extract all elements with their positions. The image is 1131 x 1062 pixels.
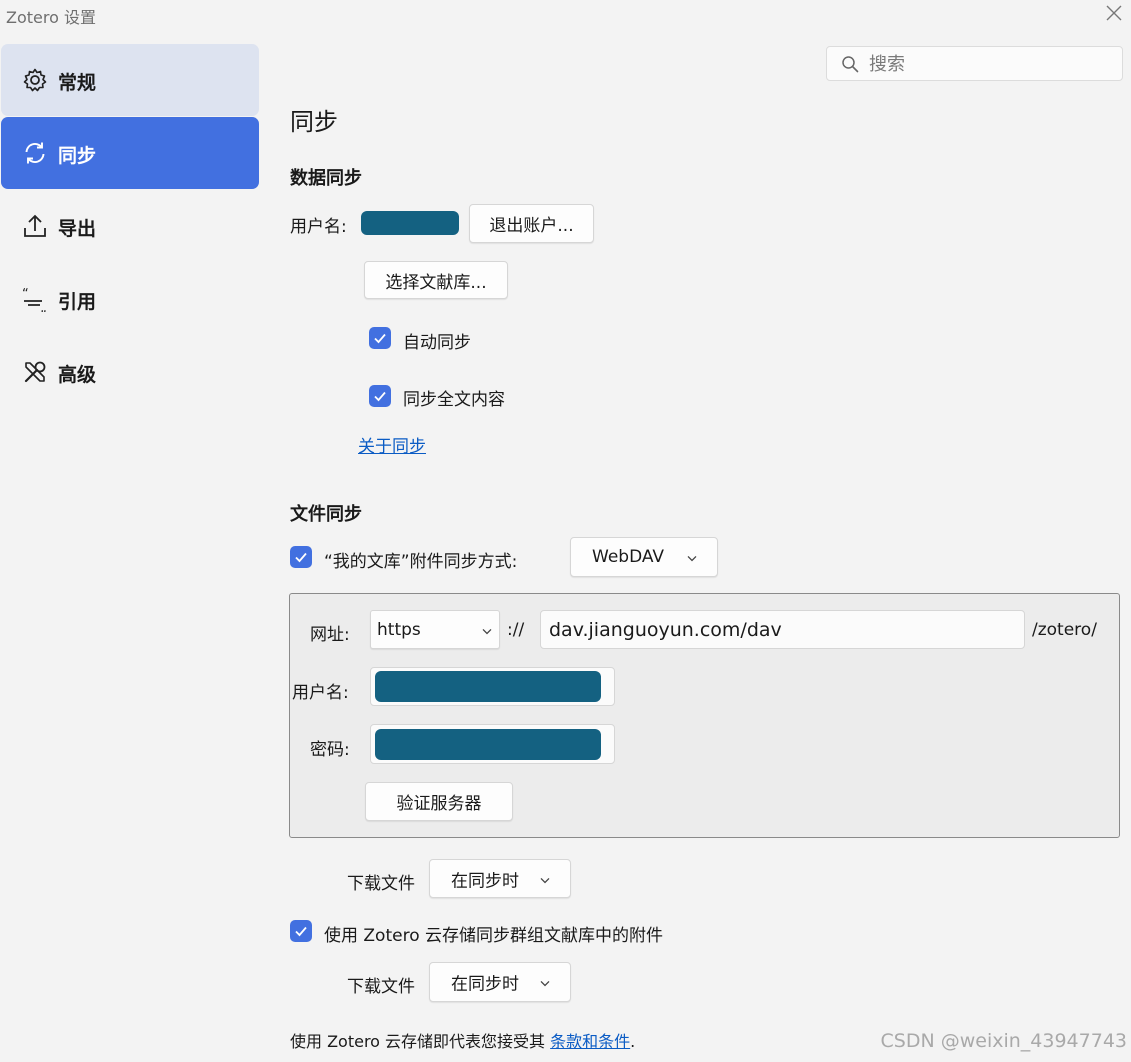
auto-sync-checkbox[interactable] — [369, 327, 391, 349]
page-title: 同步 — [290, 108, 338, 136]
close-icon — [1106, 5, 1122, 21]
sidebar-item-label: 导出 — [58, 218, 97, 240]
scheme-separator: :// — [507, 620, 525, 640]
download-files-label: 下载文件 — [347, 874, 415, 894]
checkmark-icon — [374, 391, 386, 402]
gear-icon — [22, 67, 48, 93]
data-sync-heading: 数据同步 — [290, 168, 362, 189]
auto-sync-label: 自动同步 — [403, 333, 471, 353]
sidebar-item-advanced[interactable]: 高级 — [1, 336, 259, 408]
webdav-password-field[interactable] — [370, 724, 615, 764]
search-input[interactable] — [867, 51, 1111, 78]
group-storage-checkbox[interactable] — [290, 920, 312, 942]
chevron-down-icon — [540, 980, 550, 987]
verify-server-button[interactable]: 验证服务器 — [365, 782, 513, 821]
window-title: Zotero 设置 — [6, 8, 96, 27]
sidebar-item-sync[interactable]: 同步 — [1, 117, 259, 189]
logout-button[interactable]: 退出账户... — [469, 204, 594, 243]
download-files-select[interactable]: 在同步时 — [429, 859, 571, 898]
webdav-username-label: 用户名: — [292, 683, 349, 703]
search-icon — [842, 56, 859, 73]
close-button[interactable] — [1101, 0, 1127, 26]
chevron-down-icon — [482, 628, 492, 634]
sidebar-item-cite[interactable]: “ „ 引用 — [1, 263, 259, 335]
terms-notice: 使用 Zotero 云存储即代表您接受其 条款和条件. — [290, 1028, 635, 1052]
username-value — [361, 211, 459, 235]
sync-icon — [22, 140, 48, 166]
sidebar-item-export[interactable]: 导出 — [1, 190, 259, 262]
terms-notice-text: 使用 Zotero 云存储即代表您接受其 — [290, 1032, 546, 1051]
group-download-files-label: 下载文件 — [347, 977, 415, 997]
group-storage-label: 使用 Zotero 云存储同步群组文献库中的附件 — [324, 926, 663, 946]
sidebar-item-label: 同步 — [58, 145, 97, 167]
tools-icon — [22, 359, 48, 385]
title-bar: Zotero 设置 — [0, 0, 1131, 30]
my-library-attachment-label: “我的文库”附件同步方式: — [324, 552, 518, 572]
url-field[interactable]: dav.jianguoyun.com/dav — [540, 610, 1025, 649]
watermark: CSDN @weixin_43947743 — [880, 1030, 1128, 1052]
checkmark-icon — [295, 552, 307, 563]
webdav-username-redacted — [375, 671, 601, 702]
cite-icon: “ „ — [22, 286, 48, 316]
export-icon — [22, 213, 48, 239]
sidebar-item-label: 高级 — [58, 364, 97, 386]
webdav-username-field[interactable] — [370, 667, 615, 706]
sidebar-item-general[interactable]: 常规 — [1, 44, 259, 116]
username-label: 用户名: — [290, 217, 347, 237]
sync-fulltext-checkbox[interactable] — [369, 385, 391, 407]
terms-link[interactable]: 条款和条件 — [550, 1032, 630, 1051]
sidebar-item-label: 引用 — [58, 291, 97, 313]
my-library-attachment-checkbox[interactable] — [290, 546, 312, 568]
url-label: 网址: — [310, 625, 350, 645]
search-box[interactable] — [826, 46, 1123, 81]
checkmark-icon — [295, 926, 307, 937]
choose-library-button[interactable]: 选择文献库... — [364, 261, 508, 299]
svg-text:„: „ — [40, 301, 47, 312]
file-sync-heading: 文件同步 — [290, 504, 362, 525]
webdav-password-label: 密码: — [310, 740, 350, 760]
chevron-down-icon — [687, 555, 697, 562]
chevron-down-icon — [540, 877, 550, 883]
download-files-value: 在同步时 — [451, 871, 519, 891]
group-download-files-value: 在同步时 — [451, 974, 519, 995]
sidebar-item-label: 常规 — [58, 72, 97, 94]
scheme-value: https — [377, 619, 421, 640]
sync-method-value: WebDAV — [592, 547, 665, 567]
about-sync-link[interactable]: 关于同步 — [358, 432, 426, 457]
webdav-password-redacted — [375, 729, 601, 760]
scheme-select[interactable]: https — [370, 610, 500, 649]
checkmark-icon — [374, 333, 386, 344]
svg-text:“: “ — [22, 287, 29, 302]
sync-fulltext-label: 同步全文内容 — [403, 390, 505, 410]
group-download-files-select[interactable]: 在同步时 — [429, 962, 571, 1002]
terms-period: . — [630, 1032, 636, 1051]
url-suffix: /zotero/ — [1032, 620, 1097, 640]
sync-method-select[interactable]: WebDAV — [570, 537, 718, 577]
